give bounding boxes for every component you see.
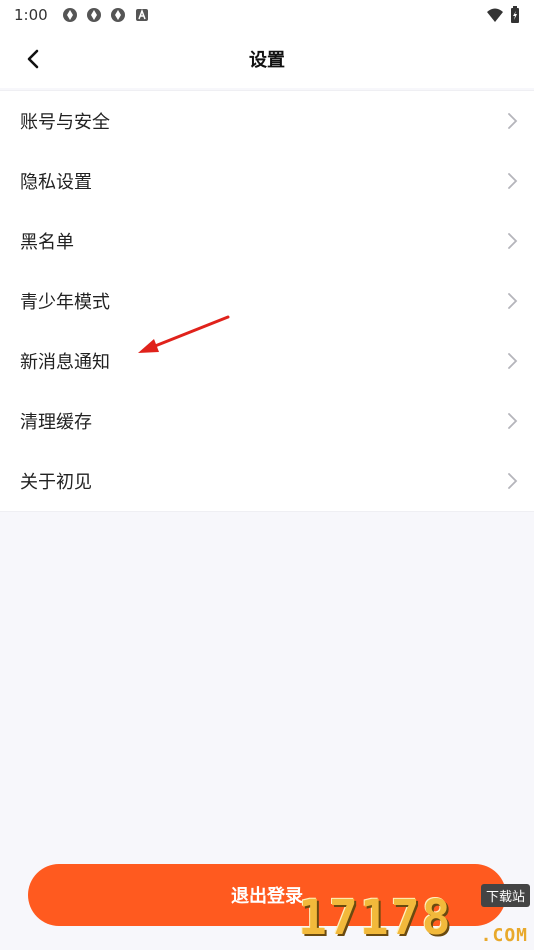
settings-app-icon [62, 8, 77, 22]
settings-app-icon [110, 8, 125, 22]
menu-item-blacklist[interactable]: 黑名单 [0, 211, 534, 271]
status-notification-icons [62, 7, 150, 23]
menu-item-label: 黑名单 [20, 232, 74, 253]
chevron-right-icon [508, 233, 518, 249]
wifi-icon [487, 8, 503, 22]
a-icon [135, 8, 148, 21]
chevron-right-icon [508, 413, 518, 429]
menu-item-label: 新消息通知 [20, 352, 110, 373]
menu-item-clear-cache[interactable]: 清理缓存 [0, 391, 534, 451]
menu-item-label: 账号与安全 [20, 112, 110, 133]
menu-item-label: 清理缓存 [20, 412, 92, 433]
menu-item-account-security[interactable]: 账号与安全 [0, 91, 534, 151]
header-bar: 设置 [0, 30, 534, 88]
menu-item-notifications[interactable]: 新消息通知 [0, 331, 534, 391]
settings-app-icon [86, 8, 101, 22]
watermark-digits: 17178 [298, 890, 453, 946]
status-time: 1:00 [14, 6, 48, 24]
watermark-badge: 下载站 [480, 884, 530, 907]
status-bar: 1:00 [0, 0, 534, 30]
chevron-right-icon [508, 173, 518, 189]
chevron-left-icon [27, 49, 39, 69]
chevron-right-icon [508, 113, 518, 129]
chevron-right-icon [508, 353, 518, 369]
annotation-arrow-icon [138, 315, 230, 353]
page-title: 设置 [249, 50, 285, 71]
back-button[interactable] [18, 44, 48, 74]
watermark-domain: .COM [480, 925, 528, 946]
watermark-logo: 17178 下载站 .COM [298, 884, 530, 948]
settings-menu: 账号与安全 隐私设置 黑名单 青少年模式 新消息通知 清理缓存 关于初见 [0, 90, 534, 512]
menu-item-label: 青少年模式 [20, 292, 110, 313]
menu-item-privacy[interactable]: 隐私设置 [0, 151, 534, 211]
battery-charging-icon [511, 6, 519, 23]
chevron-right-icon [508, 473, 518, 489]
chevron-right-icon [508, 293, 518, 309]
status-system-icons [486, 6, 520, 24]
menu-item-teen-mode[interactable]: 青少年模式 [0, 271, 534, 331]
menu-item-label: 关于初见 [20, 472, 92, 493]
menu-item-about[interactable]: 关于初见 [0, 451, 534, 511]
menu-item-label: 隐私设置 [20, 172, 92, 193]
